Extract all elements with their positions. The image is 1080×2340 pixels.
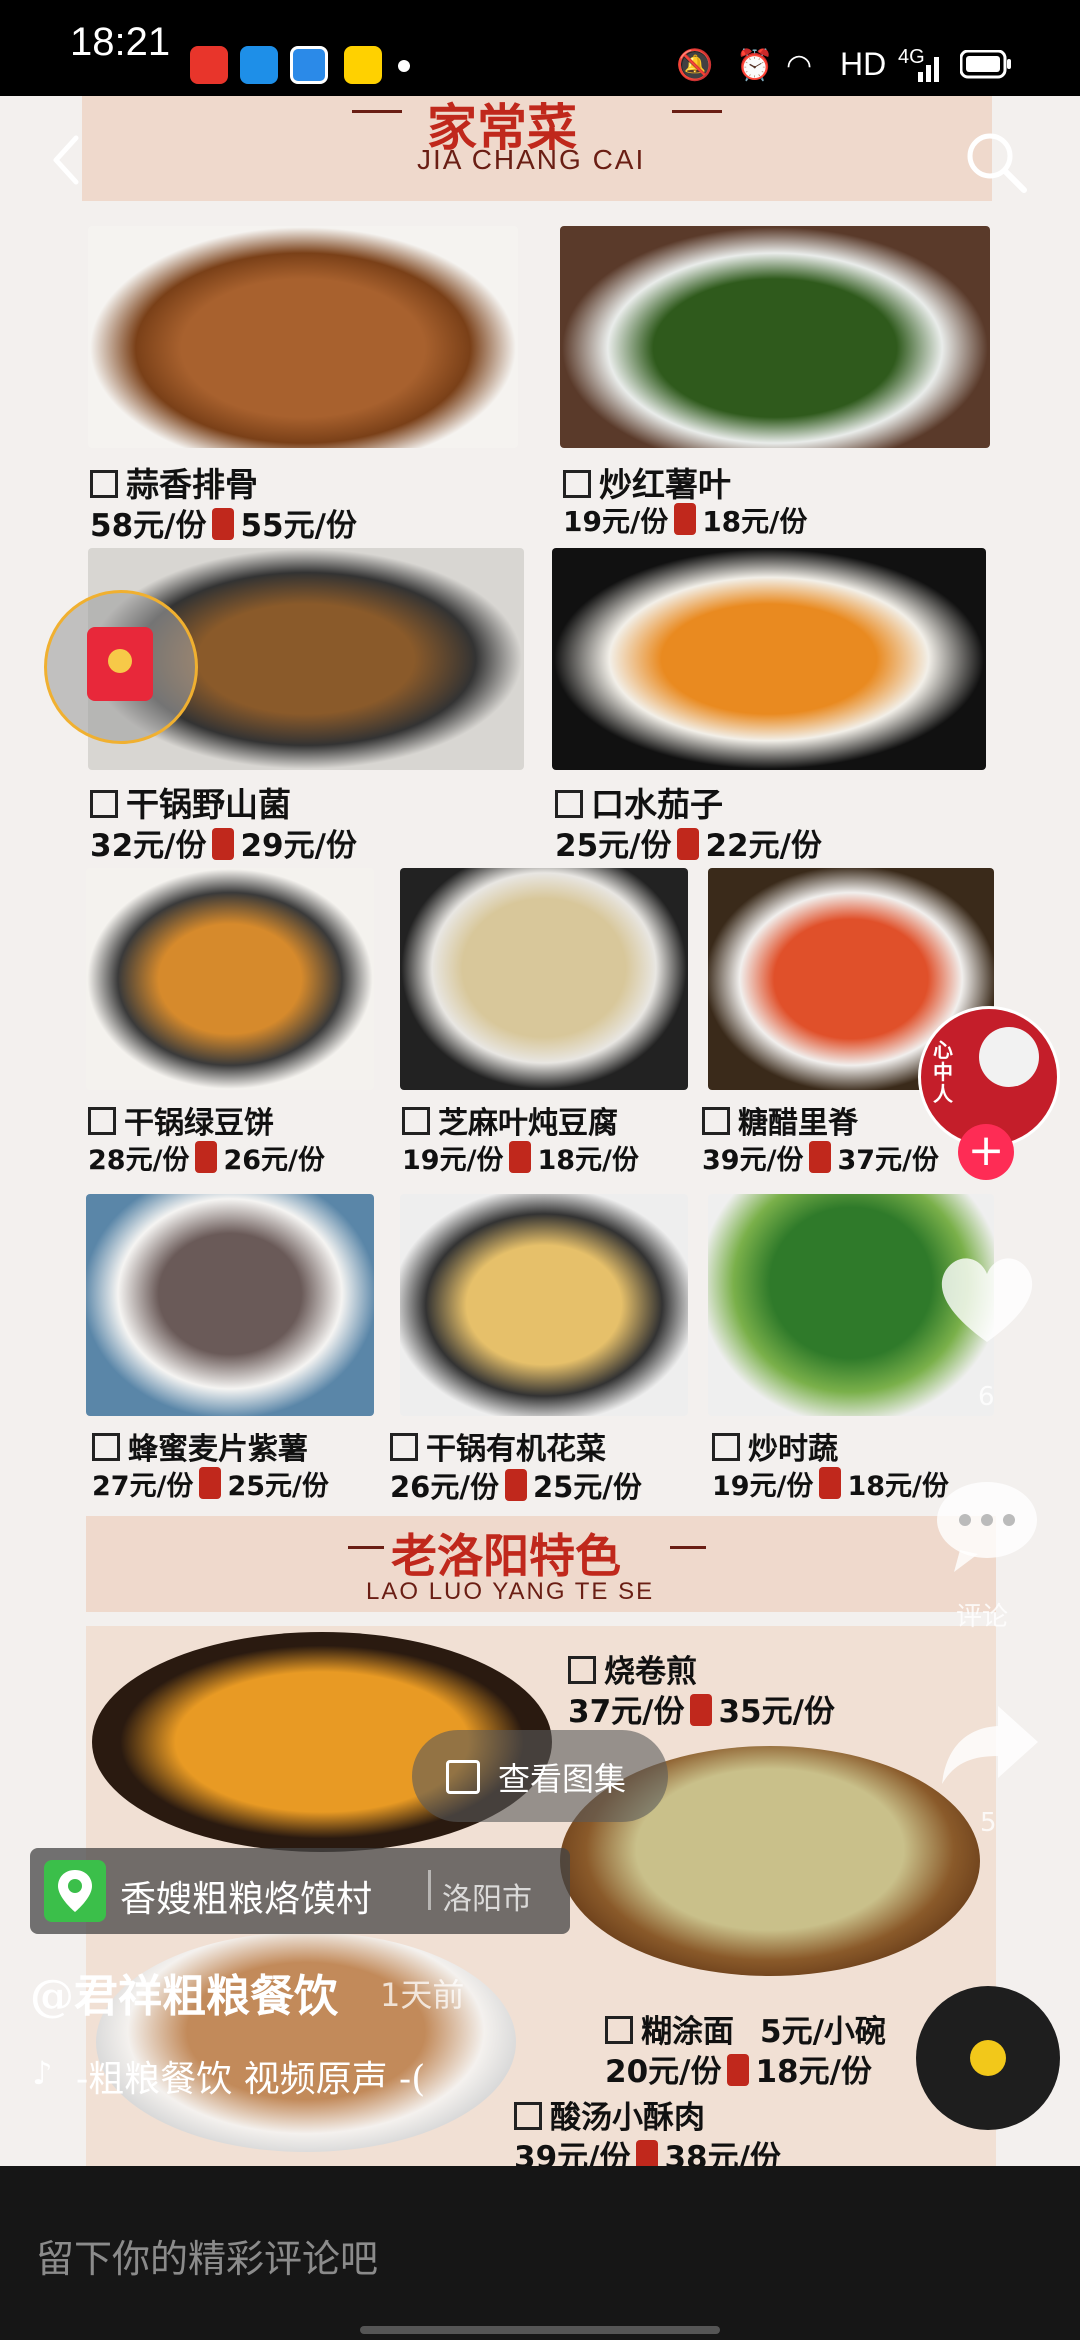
dish-price: 26元/份 25元/份 (390, 1469, 642, 1504)
dish-name: 糖醋里脊 (702, 1098, 858, 1142)
dish-name: 干锅绿豆饼 (88, 1098, 274, 1142)
dish-name: 干锅野山菌 (90, 778, 291, 826)
comment-bar[interactable]: 留下你的精彩评论吧 (0, 2166, 1080, 2340)
signal-icon (898, 52, 942, 82)
dish-price: 19元/份 18元/份 (712, 1464, 949, 1503)
status-bar: 18:21 🔕 ⏰ ◠ HD 4G (0, 0, 1080, 96)
home-indicator (360, 2326, 720, 2334)
video-app-icon (240, 46, 278, 84)
section-subtitle: LAO LUO YANG TE SE (366, 1578, 655, 1605)
search-icon[interactable] (964, 130, 1030, 196)
dish-name: 酸汤小酥肉 (514, 2092, 705, 2137)
dish-name: 口水茄子 (555, 778, 723, 826)
dish-name: 芝麻叶炖豆腐 (402, 1098, 618, 1142)
share-arrow-icon[interactable] (940, 1702, 1040, 1786)
music-title[interactable]: -粗粮餐饮 视频原声 -( (76, 2050, 425, 2102)
location-city: 洛阳市 (442, 1882, 532, 1917)
dish-name: 烧卷煎 (568, 1646, 697, 1691)
like-heart-icon[interactable] (932, 1250, 1042, 1350)
app-notification-icon (190, 46, 228, 84)
dish-photo-sesame-tofu (400, 868, 688, 1090)
dish-price: 20元/份 18元/份 (605, 2054, 872, 2090)
share-count: 5 (980, 1808, 997, 1838)
author-name[interactable]: @君祥粗粮餐饮 (30, 1960, 338, 2024)
dish-name: 蜂蜜麦片紫薯 (92, 1424, 308, 1468)
title-decoration (352, 110, 402, 113)
dish-name: 干锅有机花菜 (390, 1424, 606, 1468)
music-note-icon: ♪ (32, 2054, 53, 2092)
dish-price: 19元/份 18元/份 (563, 503, 808, 538)
alarm-icon: ⏰ (736, 48, 774, 83)
meituan-app-icon (344, 46, 382, 84)
dish-name: 蒜香排骨 (90, 458, 258, 506)
dish-price: 58元/份 55元/份 (90, 508, 357, 544)
browser-app-icon (290, 46, 328, 84)
like-count: 6 (978, 1382, 995, 1412)
network-type: HD (840, 46, 887, 82)
section-header-laoluoyang: 老洛阳特色 LAO LUO YANG TE SE (86, 1516, 996, 1612)
gallery-label: 查看图集 (498, 1760, 627, 1798)
battery-icon (959, 49, 1011, 80)
comment-label: 评论 (956, 1602, 1009, 1632)
section-title: 老洛阳特色 (391, 1529, 621, 1583)
title-decoration (670, 1546, 706, 1549)
dish-price: 19元/份 18元/份 (402, 1138, 639, 1177)
wifi-icon: ◠ (786, 48, 813, 83)
avatar-chef-figure (979, 1027, 1039, 1087)
follow-plus-button[interactable]: + (958, 1124, 1014, 1180)
dish-photo-eggplant (552, 548, 986, 770)
music-disc[interactable] (916, 1986, 1060, 2130)
title-decoration (348, 1546, 384, 1549)
dish-photo-mung-bean-cake (86, 868, 374, 1090)
view-gallery-button[interactable]: 查看图集 (412, 1730, 668, 1822)
gallery-icon (446, 1760, 480, 1794)
dish-photo-garlic-ribs (88, 226, 518, 448)
dish-photo-cauliflower (400, 1194, 688, 1416)
dish-price: 28元/份 26元/份 (88, 1138, 325, 1177)
more-notifications-dot (398, 60, 410, 72)
dish-photo-sweet-potato-leaves (560, 226, 990, 448)
section-subtitle: JIA CHANG CAI (417, 144, 646, 175)
red-packet-button[interactable] (44, 590, 198, 744)
mute-icon: 🔕 (676, 48, 714, 83)
dish-name: 糊涂面 5元/小碗 (605, 2006, 886, 2051)
comment-icon[interactable] (934, 1480, 1040, 1572)
location-divider (428, 1870, 431, 1910)
dish-price: 32元/份 29元/份 (90, 828, 357, 864)
dish-price: 39元/份 38元/份 (514, 2132, 781, 2166)
disc-center-icon (970, 2040, 1006, 2076)
red-envelope-icon (87, 627, 153, 701)
status-time: 18:21 (70, 20, 171, 64)
coin-icon (108, 649, 132, 673)
dish-price: 27元/份 25元/份 (92, 1464, 329, 1503)
avatar-text: 心中人 (933, 1038, 953, 1106)
section-header-jiachangcai: 家常菜 JIA CHANG CAI (82, 96, 992, 201)
dish-price: 37元/份 35元/份 (568, 1694, 835, 1730)
dish-name: 炒红薯叶 (563, 458, 731, 506)
location-name: 香嫂粗粮烙馍村 (120, 1879, 373, 1920)
location-pin-icon (44, 1860, 106, 1922)
post-time: 1天前 (380, 1976, 465, 2014)
dish-name: 炒时蔬 (712, 1424, 838, 1468)
dish-price: 25元/份 22元/份 (555, 828, 822, 864)
title-decoration (672, 110, 722, 113)
dish-price: 39元/份 37元/份 (702, 1138, 939, 1177)
dish-photo-purple-sweet-potato (86, 1194, 374, 1416)
comment-input[interactable]: 留下你的精彩评论吧 (36, 2228, 378, 2283)
location-tag[interactable]: 香嫂粗粮烙馍村 洛阳市 (30, 1848, 570, 1934)
back-arrow-icon[interactable] (46, 130, 86, 190)
